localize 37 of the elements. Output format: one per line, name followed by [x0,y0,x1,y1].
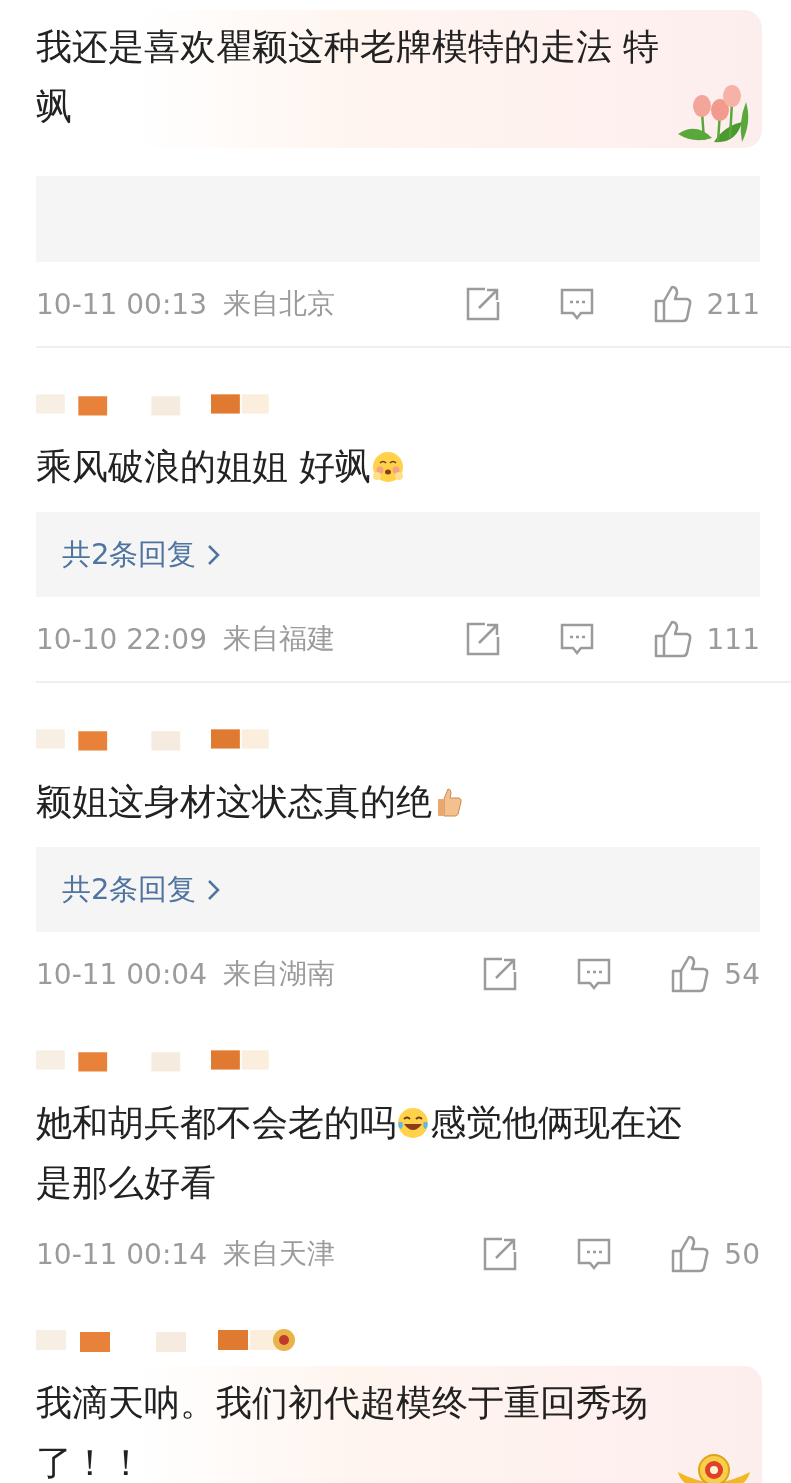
share-icon[interactable] [482,956,519,992]
comment-icon[interactable] [558,621,595,657]
comment-text: 我滴天呐。我们初代超模终于重回秀场 [36,1382,648,1423]
comment-time: 10-11 00:13 [36,287,207,321]
comment-text: 感觉他俩现在还 [430,1102,682,1143]
share-icon[interactable] [464,286,501,322]
comment-icon[interactable] [576,1236,613,1272]
like-count: 54 [724,957,760,991]
comment-text: 了！！ [36,1442,144,1483]
comment-text: 颖姐这身材这状态真的绝 [36,781,432,822]
comment-location: 来自福建 [222,621,335,657]
view-replies-link[interactable]: 共2条回复 [62,869,223,910]
comment-text: 她和胡兵都不会老的吗 [36,1102,396,1143]
comment-location: 来自北京 [222,286,335,322]
view-replies-link[interactable]: 共2条回复 [62,534,223,575]
like-count: 50 [724,1237,760,1271]
comment-time: 10-10 22:09 [36,622,207,656]
thumbs-up-icon[interactable] [652,619,693,659]
comment-text: 飒 [36,86,72,127]
blushing-face-icon [371,450,406,484]
comment-location: 来自天津 [222,1236,335,1272]
comment-icon[interactable] [558,286,595,322]
comment-location: 来自湖南 [222,956,335,992]
share-icon[interactable] [464,621,501,657]
comment-time: 10-11 00:14 [36,1237,207,1271]
comment-text: 是那么好看 [36,1162,216,1203]
comment-icon[interactable] [576,956,613,992]
thumbs-up-icon[interactable] [652,284,693,324]
comment-time: 10-11 00:04 [36,957,207,991]
comment-text: 乘风破浪的姐姐 好飒 [36,446,372,487]
thumbs-up-icon[interactable] [670,954,711,994]
like-count: 111 [706,622,760,656]
share-icon[interactable] [482,1236,519,1272]
comment-text: 我还是喜欢瞿颖这种老牌模特的走法 特 [36,26,660,67]
laughing-face-icon [396,1106,430,1140]
thumbs-up-icon[interactable] [670,1234,711,1274]
like-count: 211 [706,287,760,321]
